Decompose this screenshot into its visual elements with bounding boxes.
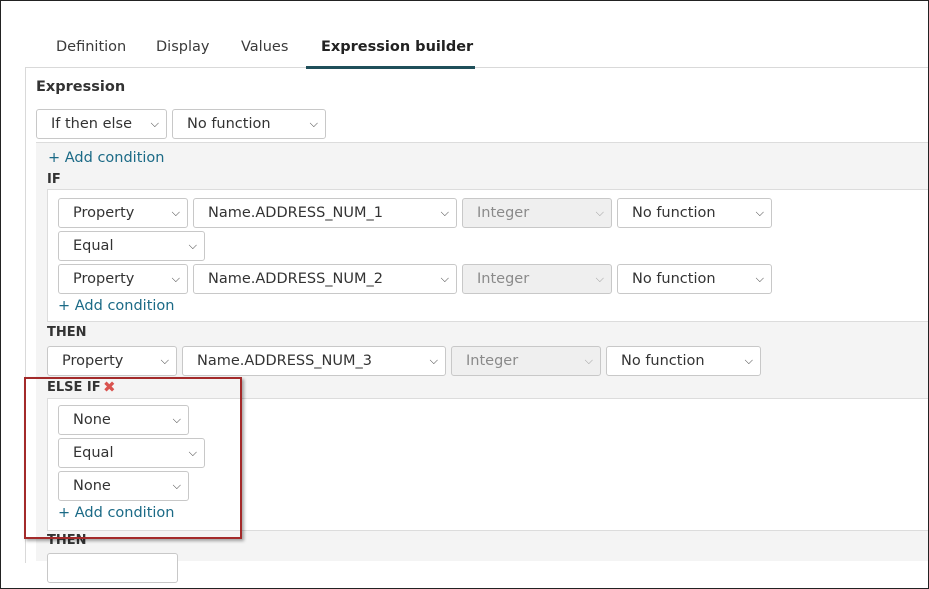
if-operator-value: Equal xyxy=(73,238,114,254)
chevron-down-icon: ⌵ xyxy=(150,117,159,130)
then-2-select[interactable] xyxy=(47,553,178,583)
add-condition-link-top[interactable]: + Add condition xyxy=(48,150,164,166)
expression-type-select[interactable]: If then else ⌵ xyxy=(36,109,167,139)
app-frame: Definition Display Values Expression bui… xyxy=(0,0,929,589)
expression-function-value: No function xyxy=(187,116,271,132)
then-source-value: Property xyxy=(62,353,124,369)
tab-bar: Definition Display Values Expression bui… xyxy=(25,29,928,69)
then-field-select[interactable]: Name.ADDRESS_NUM_3 ⌵ xyxy=(182,346,446,376)
tab-values[interactable]: Values xyxy=(241,39,288,55)
if-row1-function-value: No function xyxy=(632,205,716,221)
if-row2-source-value: Property xyxy=(73,271,135,287)
chevron-down-icon: ⌵ xyxy=(171,206,180,219)
then-type-select: Integer ⌵ xyxy=(451,346,601,376)
if-row2-function-select[interactable]: No function ⌵ xyxy=(617,264,772,294)
chevron-down-icon: ⌵ xyxy=(440,206,449,219)
chevron-down-icon: ⌵ xyxy=(160,354,169,367)
if-row1-field-value: Name.ADDRESS_NUM_1 xyxy=(208,205,383,221)
chevron-down-icon: ⌵ xyxy=(188,239,197,252)
chevron-down-icon: ⌵ xyxy=(595,206,604,219)
if-add-condition-link[interactable]: + Add condition xyxy=(58,298,174,314)
if-row2-type-value: Integer xyxy=(477,271,530,287)
then-source-select[interactable]: Property ⌵ xyxy=(47,346,177,376)
then-field-value: Name.ADDRESS_NUM_3 xyxy=(197,353,372,369)
tab-definition[interactable]: Definition xyxy=(56,39,126,55)
if-row1-function-select[interactable]: No function ⌵ xyxy=(617,198,772,228)
if-row2-function-value: No function xyxy=(632,271,716,287)
expression-type-value: If then else xyxy=(51,116,133,132)
if-row1-type-value: Integer xyxy=(477,205,530,221)
expression-heading: Expression xyxy=(36,79,126,95)
then-type-value: Integer xyxy=(466,353,519,369)
chevron-down-icon: ⌵ xyxy=(744,354,753,367)
chevron-down-icon: ⌵ xyxy=(755,272,764,285)
if-condition-box: Property ⌵ Name.ADDRESS_NUM_1 ⌵ Integer … xyxy=(47,189,928,322)
tab-display[interactable]: Display xyxy=(156,39,209,55)
then-function-select[interactable]: No function ⌵ xyxy=(606,346,761,376)
if-row2-source-select[interactable]: Property ⌵ xyxy=(58,264,188,294)
if-row1-type-select: Integer ⌵ xyxy=(462,198,612,228)
chevron-down-icon: ⌵ xyxy=(429,354,438,367)
if-row2-field-value: Name.ADDRESS_NUM_2 xyxy=(208,271,383,287)
if-row1-source-select[interactable]: Property ⌵ xyxy=(58,198,188,228)
chevron-down-icon: ⌵ xyxy=(755,206,764,219)
then-function-value: No function xyxy=(621,353,705,369)
chevron-down-icon: ⌵ xyxy=(595,272,604,285)
then-label: THEN xyxy=(47,325,87,340)
if-row2-field-select[interactable]: Name.ADDRESS_NUM_2 ⌵ xyxy=(193,264,457,294)
if-row1-source-value: Property xyxy=(73,205,135,221)
if-row2-type-select: Integer ⌵ xyxy=(462,264,612,294)
if-label: IF xyxy=(47,172,61,187)
chevron-down-icon: ⌵ xyxy=(171,272,180,285)
expression-function-select[interactable]: No function ⌵ xyxy=(172,109,326,139)
if-operator-select[interactable]: Equal ⌵ xyxy=(58,231,205,261)
chevron-down-icon: ⌵ xyxy=(584,354,593,367)
else-if-highlight-box xyxy=(24,377,242,539)
if-row1-field-select[interactable]: Name.ADDRESS_NUM_1 ⌵ xyxy=(193,198,457,228)
chevron-down-icon: ⌵ xyxy=(309,117,318,130)
chevron-down-icon: ⌵ xyxy=(440,272,449,285)
tab-expression-builder[interactable]: Expression builder xyxy=(321,39,473,55)
